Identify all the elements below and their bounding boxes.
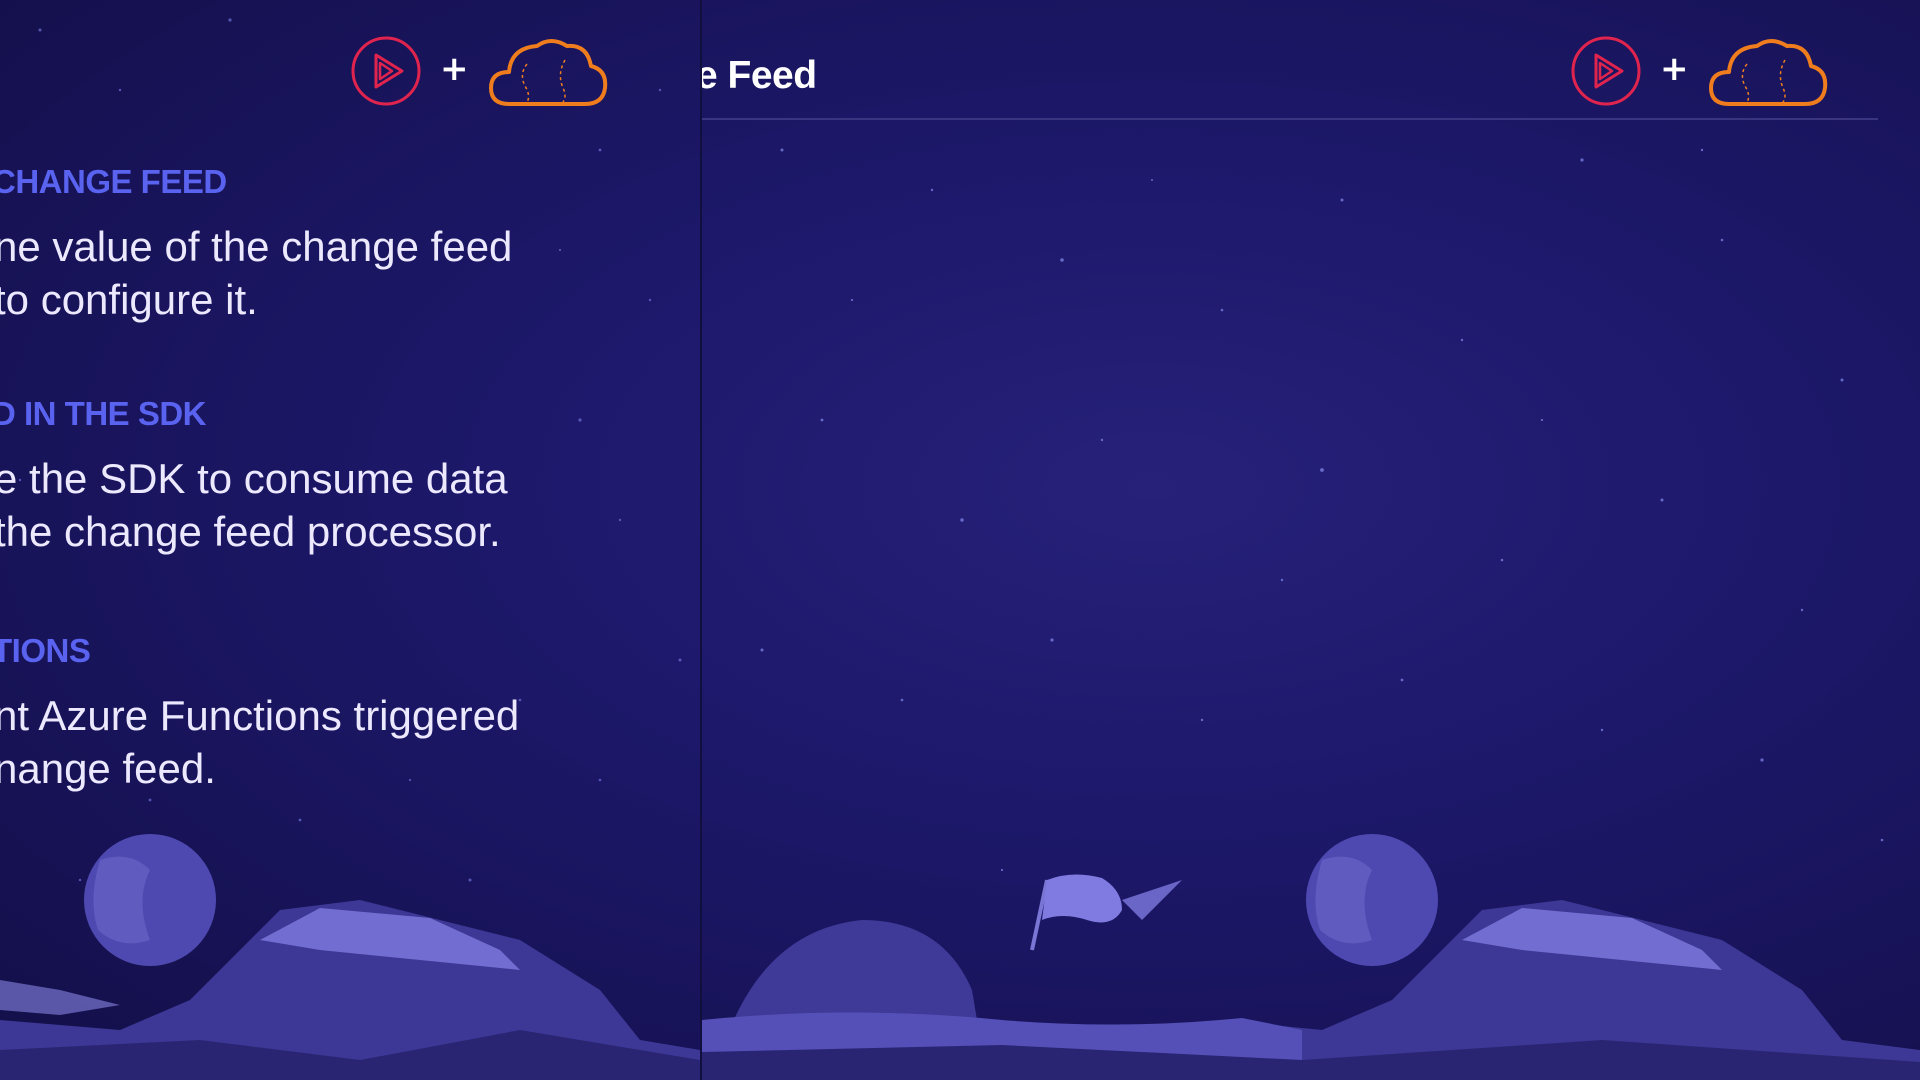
moon-landscape-illustration [702,834,1920,1080]
plus-sign: + [440,49,469,89]
plus-sign: + [1660,49,1689,89]
section-text-line: e the SDK to consume data [0,455,508,502]
video-frame: + CHANGE FEED ne value of the change fee… [0,0,1920,1080]
moon-landscape-illustration [0,834,700,1080]
right-slide: e Feed + [702,0,1920,1080]
brand-logos: + [1570,34,1829,108]
play-circle-icon [1571,36,1641,106]
section-text-line: nange feed. [0,745,216,792]
section-text-line: nt Azure Functions triggered [0,692,520,739]
slide-title: e Feed [702,54,817,97]
section-heading: CHANGE FEED [0,163,227,200]
play-circle-icon [351,36,421,106]
section-text-line: the change feed processor. [0,508,501,555]
section-text-line: to configure it. [0,276,258,323]
brand-logos: + [350,34,609,108]
section-heading: TIONS [0,632,91,669]
left-slide: + CHANGE FEED ne value of the change fee… [0,0,700,1080]
section-text-line: ne value of the change feed [0,223,513,270]
cloud-brain-icon [488,39,607,106]
cloud-brain-icon [1708,39,1827,106]
title-divider [702,118,1878,120]
section-heading: D IN THE SDK [0,395,207,432]
